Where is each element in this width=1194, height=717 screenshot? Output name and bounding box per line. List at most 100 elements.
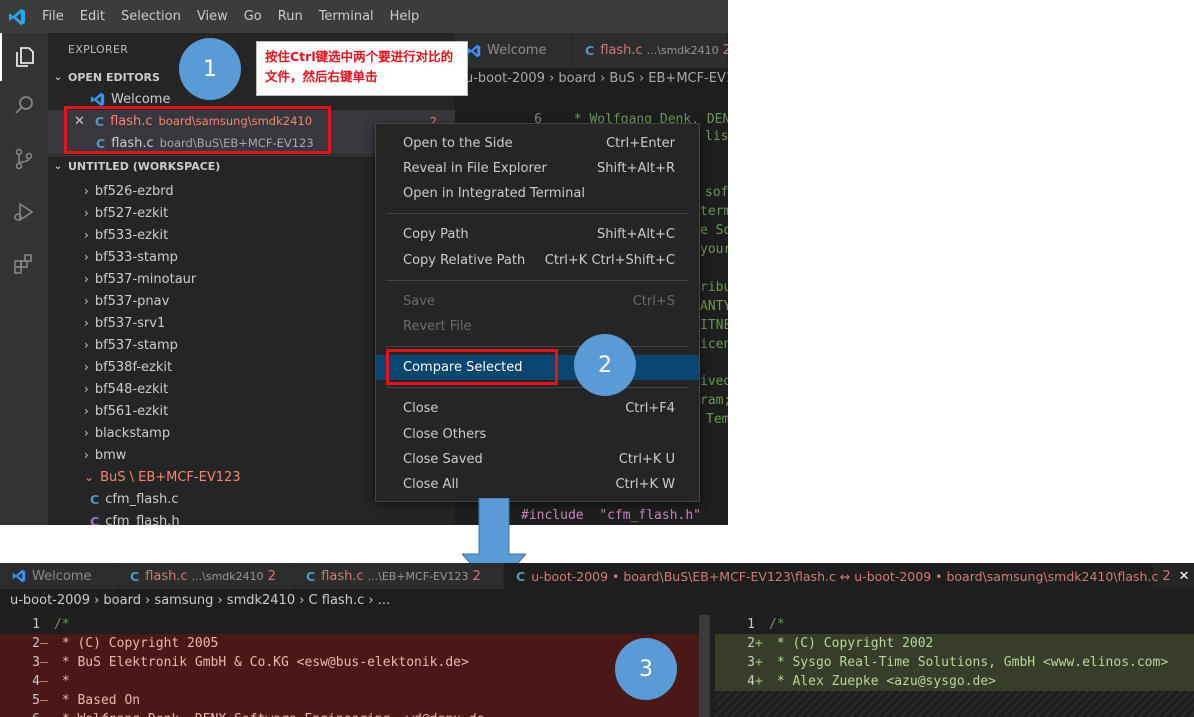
menu-close-all[interactable]: Close All Ctrl+K W	[376, 472, 699, 497]
chevron-right-icon: ›	[84, 316, 89, 330]
code-fragment: term	[700, 204, 728, 219]
chevron-right-icon: ›	[84, 360, 89, 374]
menu-reveal-in-explorer[interactable]: Reveal in File Explorer Shift+Alt+R	[376, 156, 699, 181]
step-3-marker: 3	[615, 638, 677, 700]
chevron-down-icon: ⌄	[53, 161, 63, 172]
diff-line: 6— * Wolfgang Denk, DENX Software Engine…	[0, 710, 699, 717]
diff-line: 3— * BuS Elektronik GmbH & Co.KG <esw@bu…	[0, 653, 699, 673]
menu-selection[interactable]: Selection	[113, 0, 189, 33]
menu-open-to-side[interactable]: Open to the Side Ctrl+Enter	[376, 131, 699, 156]
diff-line: 2+ * (C) Copyright 2002	[715, 634, 1194, 654]
breadcrumb: u-boot-2009 › board › BuS › EB+MCF-EV12	[465, 71, 728, 86]
tab-diff[interactable]: C u-boot-2009 • board\BuS\EB+MCF-EV123\f…	[504, 563, 1190, 589]
code-fragment: e So	[700, 223, 728, 238]
c-file-icon: C	[516, 568, 526, 584]
folder-label: bf533-stamp	[94, 249, 178, 265]
chevron-right-icon: ›	[84, 272, 89, 286]
search-icon[interactable]	[0, 81, 48, 129]
folder-label: bf548-ezkit	[94, 381, 169, 397]
code-fragment: sof	[705, 185, 728, 200]
code-fragment: your	[700, 242, 728, 257]
instruction-note: 按住Ctrl键选中两个要进行对比的文件，然后右键单击	[256, 41, 468, 96]
folder-label: bf537-minotaur	[94, 271, 197, 287]
code-line: 6 * Wolfgang Denk, DENX Soft	[534, 112, 728, 127]
c-file-icon: C	[90, 491, 100, 507]
diff-line: 5— * Based On	[0, 691, 699, 711]
diff-line: 4— *	[0, 672, 699, 692]
menu-view[interactable]: View	[189, 0, 236, 33]
code-include: #include "cfm_flash.h"	[521, 508, 702, 523]
menu-close[interactable]: Close Ctrl+F4	[376, 396, 699, 421]
menu-open-in-terminal[interactable]: Open in Integrated Terminal	[376, 181, 699, 206]
diff-line: 3+ * Sysgo Real-Time Solutions, GmbH <ww…	[715, 653, 1194, 673]
chevron-down-icon: ⌄	[84, 470, 95, 484]
tab-welcome[interactable]: Welcome	[455, 33, 573, 68]
menu-run[interactable]: Run	[270, 0, 311, 33]
vscode-logo-icon	[467, 44, 481, 58]
diff-modified-pane: 1/* 2+ * (C) Copyright 2002 3+ * Sysgo Rea…	[715, 615, 1194, 717]
chevron-right-icon: ›	[84, 228, 89, 242]
explorer-title: EXPLORER	[68, 43, 129, 56]
folder-label: bf527-ezkit	[94, 205, 169, 221]
code-fragment: ived	[700, 374, 728, 389]
tab-welcome[interactable]: Welcome	[0, 563, 118, 589]
chevron-right-icon: ›	[84, 338, 89, 352]
compare-highlight-box	[386, 349, 558, 385]
menu-revert-file[interactable]: Revert File	[376, 314, 699, 339]
c-file-icon: C	[306, 568, 316, 584]
close-icon[interactable]: ✕	[1179, 569, 1190, 584]
tab-flash-bus[interactable]: C flash.c ...\EB+MCF-EV123 2	[294, 563, 504, 589]
run-debug-icon[interactable]	[0, 188, 48, 236]
code-fragment: icen	[700, 337, 728, 352]
menu-separator	[386, 346, 689, 347]
menu-close-others[interactable]: Close Others	[376, 422, 699, 447]
context-menu: Open to the Side Ctrl+Enter Reveal in Fil…	[375, 123, 700, 502]
file-cfm-flash-h[interactable]: C cfm_flash.h	[48, 510, 455, 526]
activity-bar	[0, 33, 48, 525]
menu-edit[interactable]: Edit	[72, 0, 113, 33]
folder-label: bf537-pnav	[94, 293, 170, 309]
tab-flash-smdk2410[interactable]: C flash.c ...\smdk2410 2	[573, 33, 728, 68]
menu-save[interactable]: Save Ctrl+S	[376, 289, 699, 314]
code-fragment: ram;	[700, 393, 728, 408]
scrollbar[interactable]	[699, 615, 710, 717]
menu-close-saved[interactable]: Close Saved Ctrl+K U	[376, 447, 699, 472]
chevron-right-icon: ›	[84, 294, 89, 308]
menu-file[interactable]: File	[34, 0, 72, 33]
diff-line: 4+ * Alex Zuepke <azu@sysgo.de>	[715, 672, 1194, 692]
folder-label: bf526-ezbrd	[94, 183, 174, 199]
c-file-icon: C	[585, 43, 595, 58]
menu-copy-relative-path[interactable]: Copy Relative Path Ctrl+K Ctrl+Shift+C	[376, 248, 699, 273]
menu-separator	[386, 280, 689, 281]
folder-label: bf538f-ezkit	[94, 359, 173, 375]
menu-terminal[interactable]: Terminal	[311, 0, 382, 33]
folder-label: bf533-ezkit	[94, 227, 169, 243]
h-file-icon: C	[90, 513, 100, 526]
code-fragment: ribu	[700, 280, 728, 295]
chevron-right-icon: ›	[84, 250, 89, 264]
menu-go[interactable]: Go	[236, 0, 270, 33]
menu-help[interactable]: Help	[382, 0, 428, 33]
extensions-icon[interactable]	[0, 240, 48, 288]
tab-flash-smdk2410[interactable]: C flash.c ...\smdk2410 2	[118, 563, 294, 589]
chevron-right-icon: ›	[84, 184, 89, 198]
chevron-right-icon: ›	[84, 448, 89, 462]
c-file-icon: C	[130, 568, 140, 584]
explorer-icon[interactable]	[0, 33, 48, 81]
source-control-icon[interactable]	[0, 135, 48, 183]
step-1-marker: 1	[179, 38, 241, 100]
folder-label: bmw	[94, 447, 127, 463]
breadcrumb: u-boot-2009 › board › samsung › smdk2410…	[10, 593, 391, 608]
vscode-logo-icon	[12, 569, 26, 583]
code-fragment: lis	[705, 129, 728, 144]
diff-original-pane: 1/* 2— * (C) Copyright 2005 3— * BuS Elekt…	[0, 615, 710, 717]
chevron-down-icon: ⌄	[53, 71, 63, 83]
menu-copy-path[interactable]: Copy Path Shift+Alt+C	[376, 222, 699, 247]
code-fragment: ANTY	[700, 299, 728, 314]
folder-label: bf537-srv1	[94, 315, 166, 331]
step-2-marker: 2	[574, 334, 636, 396]
diff-filler	[715, 691, 1194, 717]
folder-label: blackstamp	[94, 425, 171, 441]
chevron-right-icon: ›	[84, 206, 89, 220]
diff-line: 1/*	[32, 617, 70, 632]
